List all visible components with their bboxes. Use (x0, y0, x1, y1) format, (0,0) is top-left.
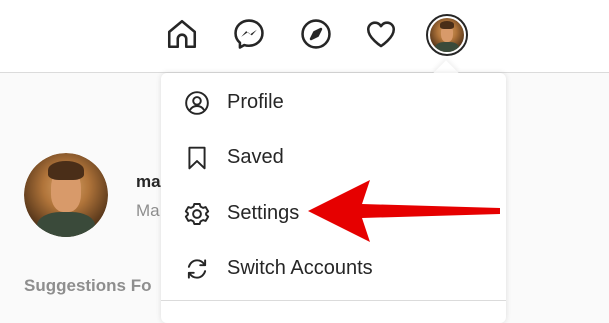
avatar-photo (430, 18, 464, 52)
switch-arrows-icon (183, 255, 211, 283)
menu-label-switch-accounts: Switch Accounts (227, 257, 373, 279)
menu-item-saved[interactable]: Saved (161, 130, 506, 185)
profile-avatar[interactable] (426, 14, 468, 56)
user-avatar-large[interactable] (24, 153, 108, 237)
suggestions-heading: Suggestions Fo (24, 276, 152, 295)
home-icon[interactable] (164, 16, 200, 52)
annotation-arrow-icon (308, 180, 500, 242)
explore-compass-icon[interactable] (298, 16, 334, 52)
user-fullname: Ma (136, 201, 160, 220)
bookmark-icon (183, 144, 211, 172)
menu-item-switch-accounts[interactable]: Switch Accounts (161, 241, 506, 296)
profile-circle-icon (183, 89, 211, 117)
username[interactable]: ma (136, 172, 161, 192)
messenger-icon[interactable] (231, 16, 267, 52)
top-navigation-bar (0, 0, 609, 73)
menu-label-saved: Saved (227, 146, 284, 168)
heart-icon[interactable] (363, 16, 399, 52)
gear-icon (183, 200, 211, 228)
menu-divider (161, 300, 506, 301)
menu-item-profile[interactable]: Profile (161, 75, 506, 130)
menu-label-settings: Settings (227, 202, 300, 224)
menu-label-profile: Profile (227, 91, 284, 113)
